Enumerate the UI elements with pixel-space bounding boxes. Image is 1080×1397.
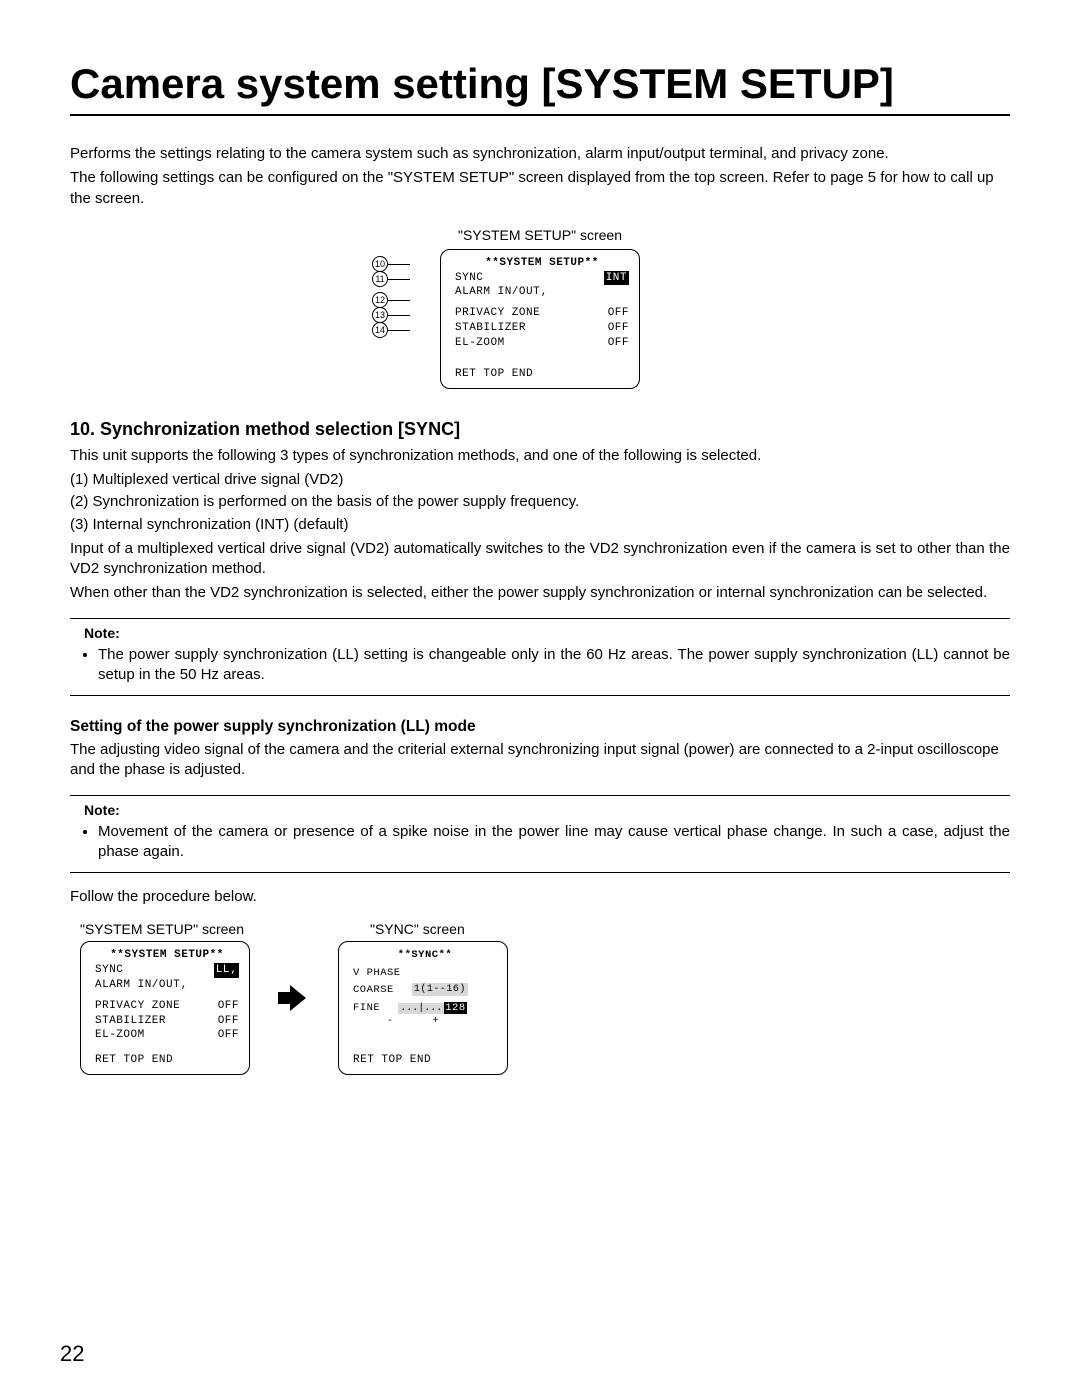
osd-system-setup-1: **SYSTEM SETUP** SYNC INT ALARM IN/OUT‚ P… [440,249,640,389]
osd2-row-elzoom-label: EL-ZOOM [95,1028,145,1043]
figure-system-setup: "SYSTEM SETUP" screen 10 11 12 13 14 **S… [70,227,1010,389]
osd3-vphase: V PHASE [353,966,497,980]
callout-12: 12 [372,292,388,308]
osd-sync: **SYNC** V PHASE COARSE 1(1--16) FINE ..… [338,941,508,1075]
page-number: 22 [60,1341,84,1367]
intro-block: Performs the settings relating to the ca… [70,144,1010,209]
osd3-fine-scale: ...|... [398,1003,444,1014]
osd1-row-sync-label: SYNC [455,271,483,286]
osd1-footer: RET TOP END [455,367,629,382]
callout-13: 13 [372,307,388,323]
osd1-row-stabilizer-label: STABILIZER [455,321,526,336]
figure1-callouts: 10 11 12 13 14 [372,257,410,338]
osd1-title: **SYSTEM SETUP** [455,256,629,271]
section10-item2: (2) Synchronization is performed on the … [70,492,1010,512]
osd2-row-privacy-label: PRIVACY ZONE [95,999,180,1014]
osd3-footer: RET TOP END [353,1053,497,1068]
note2-text: Movement of the camera or presence of a … [98,822,1010,863]
osd1-row-elzoom-val: OFF [608,336,629,351]
subsection-ll-body: The adjusting video signal of the camera… [70,740,1010,781]
osd-system-setup-2: **SYSTEM SETUP** SYNC LL‚ ALARM IN/OUT‚ P… [80,941,250,1075]
note-1: Note: The power supply synchronization (… [70,618,1010,697]
note1-label: Note: [84,625,1010,641]
osd2-row-stabilizer-label: STABILIZER [95,1014,166,1029]
sub-p1: The adjusting video signal of the camera… [70,740,1010,781]
callout-11: 11 [372,271,388,287]
section-10-body: This unit supports the following 3 types… [70,446,1010,604]
intro-p2: The following settings can be configured… [70,168,1010,209]
osd2-row-elzoom-val: OFF [218,1028,239,1043]
osd3-title: **SYNC** [353,948,497,962]
osd1-row-elzoom-label: EL-ZOOM [455,336,505,351]
arrow-right-icon [278,985,310,1011]
osd2-title: **SYSTEM SETUP** [95,948,239,963]
title-rule [70,114,1010,116]
osd1-row-privacy-label: PRIVACY ZONE [455,306,540,321]
callout-14: 14 [372,322,388,338]
callout-10: 10 [372,256,388,272]
osd3-coarse-val: 1(1--16) [412,983,468,997]
osd3-sign-row: - + [387,1015,497,1029]
osd2-footer: RET TOP END [95,1053,239,1068]
osd2-row-stabilizer-val: OFF [218,1014,239,1029]
osd2-row-privacy-val: OFF [218,999,239,1014]
section10-p1: This unit supports the following 3 types… [70,446,1010,466]
section-10-heading: 10. Synchronization method selection [SY… [70,419,1010,440]
follow-line: Follow the procedure below. [70,887,1010,907]
section10-item3: (3) Internal synchronization (INT) (defa… [70,515,1010,535]
subsection-ll-heading: Setting of the power supply synchronizat… [70,718,1010,736]
osd1-row-sync-val: INT [604,271,629,286]
osd3-coarse-label: COARSE [353,983,394,997]
note1-text: The power supply synchronization (LL) se… [98,645,1010,686]
osd1-row-stabilizer-val: OFF [608,321,629,336]
osd1-row-alarm-label: ALARM IN/OUT‚ [455,285,547,300]
figure-ll-flow: "SYSTEM SETUP" screen **SYSTEM SETUP** S… [80,921,1010,1075]
osd3-fine-label: FINE [353,1001,380,1015]
figure1-label: "SYSTEM SETUP" screen [410,227,670,243]
osd2-row-alarm-label: ALARM IN/OUT‚ [95,978,187,993]
note-2: Note: Movement of the camera or presence… [70,795,1010,874]
section10-p2: Input of a multiplexed vertical drive si… [70,539,1010,580]
intro-p1: Performs the settings relating to the ca… [70,144,1010,164]
osd3-fine-num: 128 [444,1002,466,1014]
figure2-right-label: "SYNC" screen [370,921,508,937]
follow-text: Follow the procedure below. [70,887,1010,907]
section10-p3: When other than the VD2 synchronization … [70,583,1010,603]
osd2-row-sync-label: SYNC [95,963,123,978]
osd1-row-privacy-val: OFF [608,306,629,321]
figure2-left-label: "SYSTEM SETUP" screen [80,921,250,937]
note2-label: Note: [84,802,1010,818]
osd2-row-sync-val: LL‚ [214,963,239,978]
page-title: Camera system setting [SYSTEM SETUP] [70,60,1010,108]
section10-item1: (1) Multiplexed vertical drive signal (V… [70,470,1010,490]
